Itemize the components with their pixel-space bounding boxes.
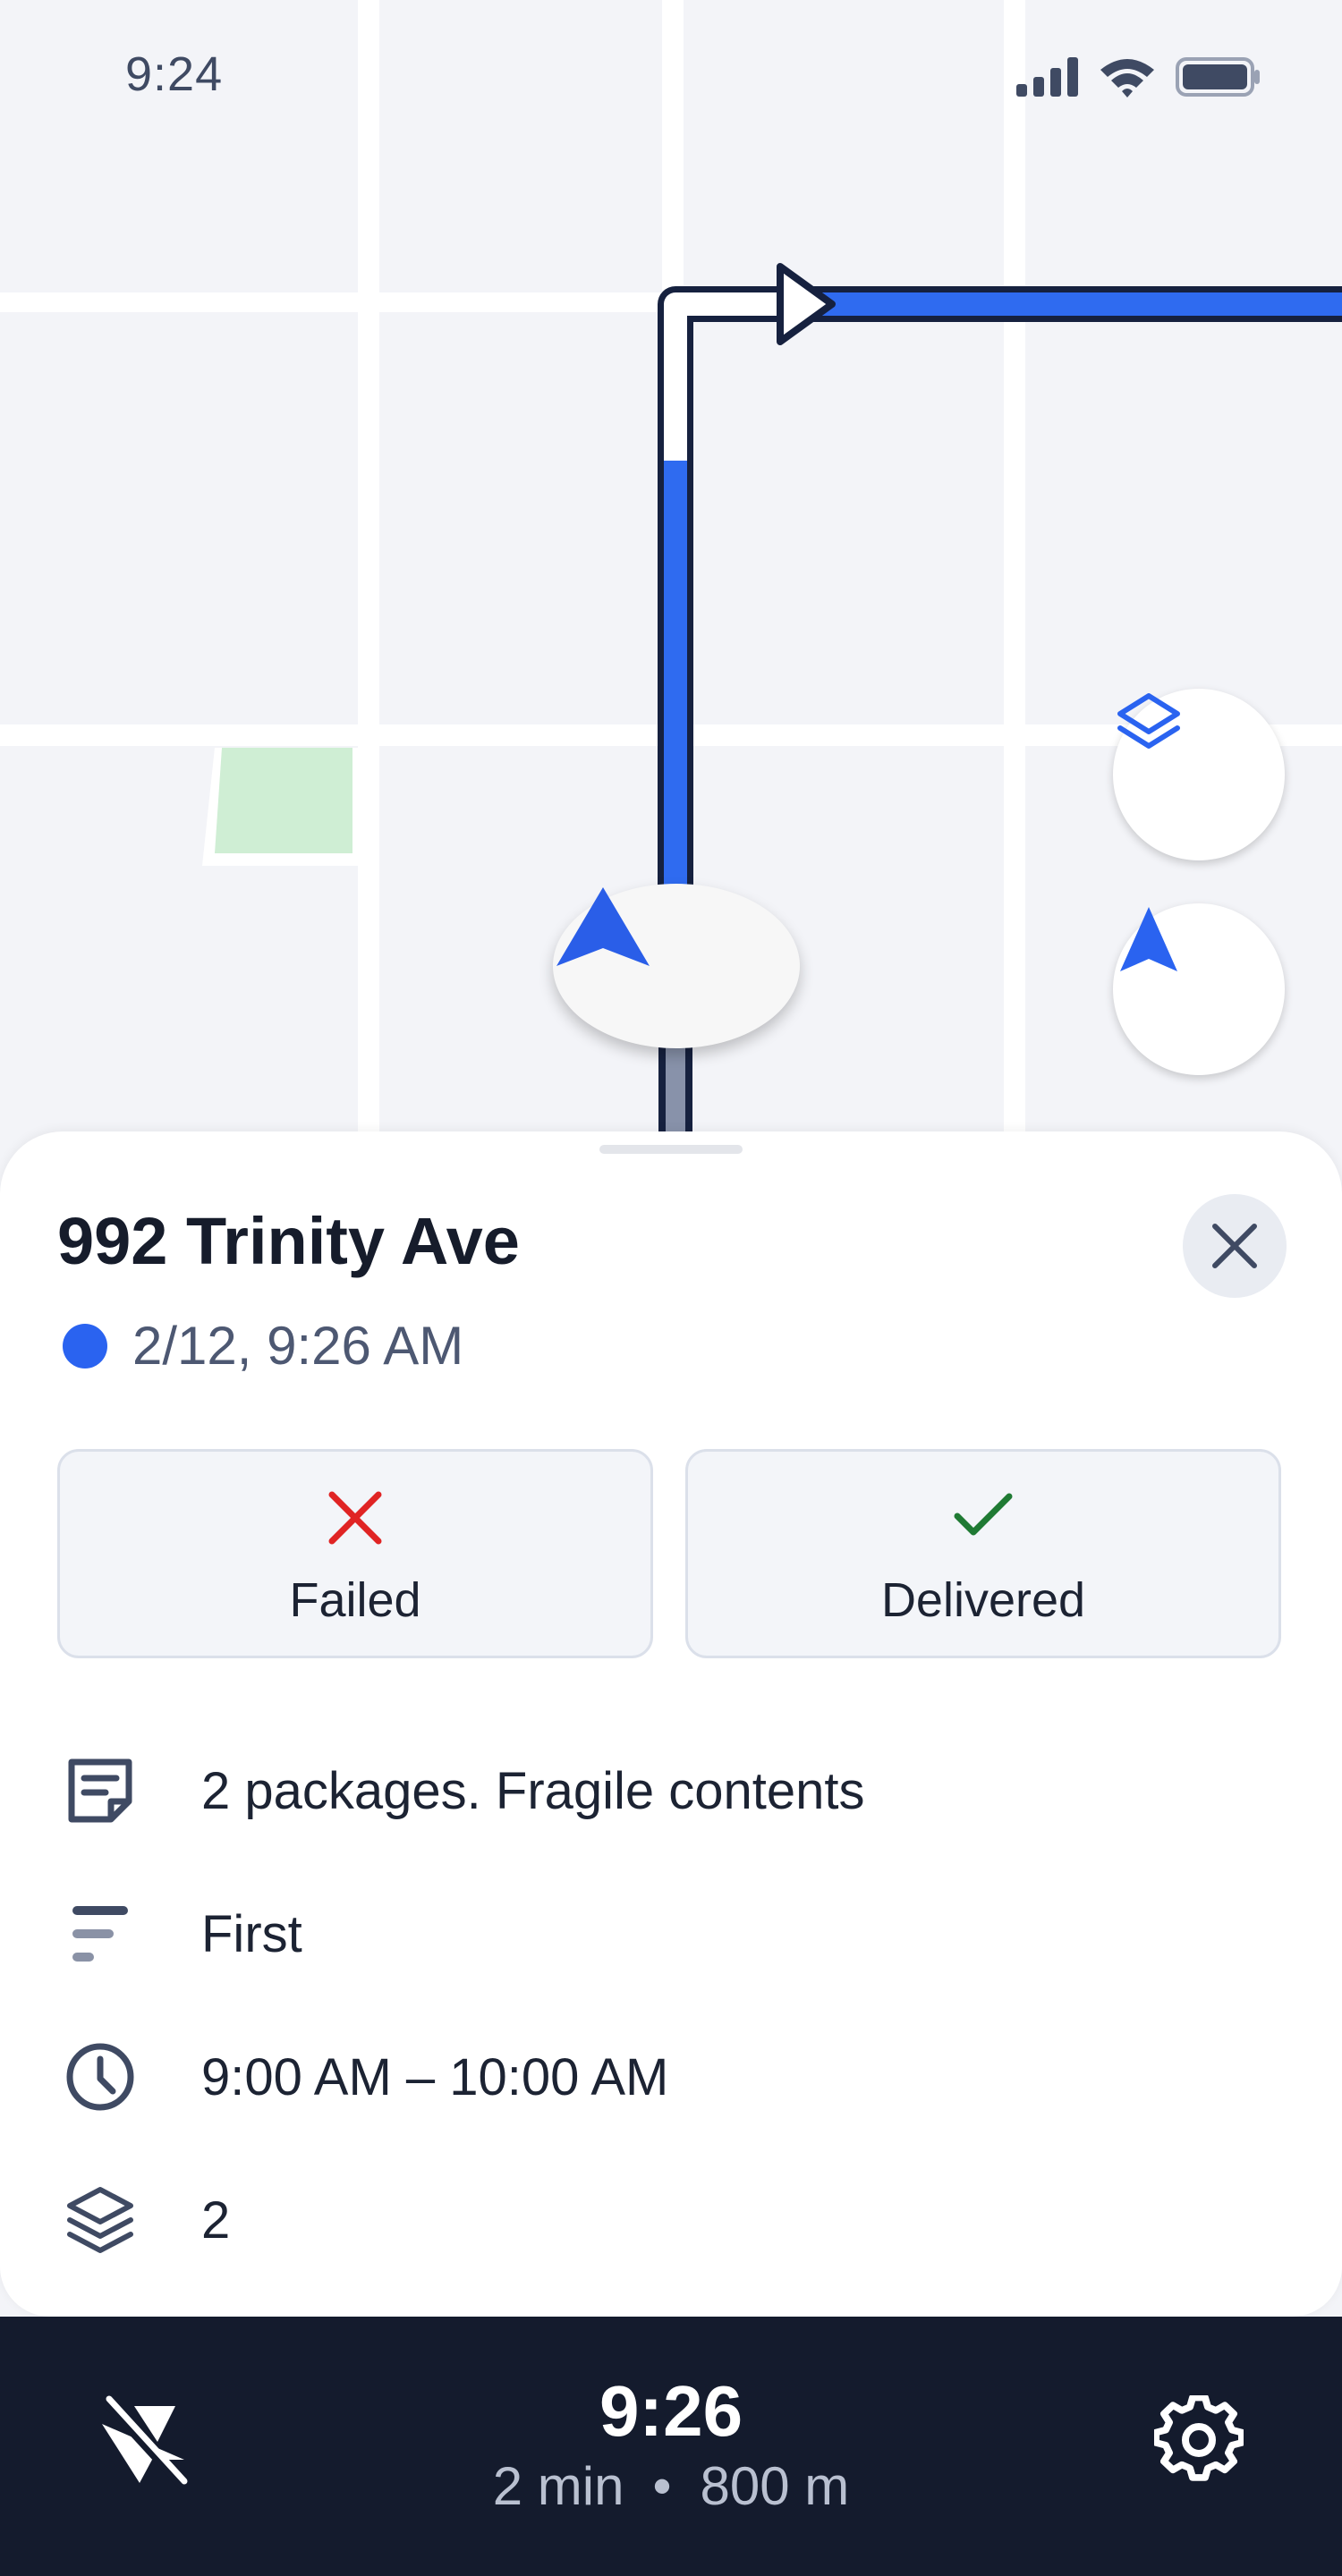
close-icon (328, 1491, 382, 1545)
trip-distance: 800 m (700, 2456, 850, 2516)
note-icon (68, 1758, 132, 1823)
stop-address: 992 Trinity Ave (57, 1204, 520, 1278)
status-icons (1016, 55, 1261, 98)
layers-icon (67, 2187, 133, 2253)
trip-separator: • (652, 2456, 672, 2516)
detail-row-packages: 2 (63, 2182, 230, 2258)
packages-count: 2 (201, 2190, 231, 2250)
stop-eta: 2/12, 9:26 AM (63, 1315, 463, 1377)
status-bar: 9:24 (0, 0, 1342, 161)
vehicle-location-marker (553, 884, 800, 1048)
wifi-icon (1100, 59, 1154, 97)
arrival-time: 9:26 (599, 2371, 743, 2451)
sheet-drag-handle[interactable] (599, 1145, 743, 1154)
eta-status-dot (63, 1323, 107, 1368)
delivered-button[interactable]: Delivered (685, 1449, 1281, 1658)
priority-icon (72, 1906, 128, 1962)
navigation-bottom-bar: 9:26 2 min • 800 m (0, 2317, 1342, 2576)
detail-row-priority: First (63, 1896, 302, 1971)
gear-icon (1152, 2394, 1245, 2481)
navigation-arrow-icon (1120, 907, 1177, 971)
navigation-arrow-icon (556, 887, 650, 966)
priority-text: First (201, 1904, 302, 1963)
detail-row-time-window: 9:00 AM – 10:00 AM (63, 2039, 668, 2114)
detail-row-note: 2 packages. Fragile contents (63, 1753, 865, 1828)
note-text: 2 packages. Fragile contents (201, 1761, 865, 1820)
delivered-label: Delivered (880, 1573, 1086, 1627)
map-view[interactable] (0, 0, 1342, 1163)
settings-button[interactable] (1152, 2394, 1245, 2489)
close-button[interactable] (1183, 1194, 1287, 1298)
park-area (202, 748, 358, 866)
status-time: 9:24 (125, 47, 224, 101)
time-window-text: 9:00 AM – 10:00 AM (201, 2047, 669, 2106)
map-layers-button[interactable] (1113, 689, 1285, 860)
cellular-signal-icon (1016, 57, 1078, 97)
failed-label: Failed (289, 1573, 421, 1627)
battery-icon (1176, 57, 1260, 97)
stop-details-sheet: 992 Trinity Ave 2/12, 9:26 AM Failed Del… (0, 1131, 1342, 2317)
failed-button[interactable]: Failed (57, 1449, 653, 1658)
trip-duration: 2 min (492, 2456, 624, 2516)
close-icon (1212, 1224, 1257, 1268)
eta-text: 2/12, 9:26 AM (132, 1316, 464, 1376)
checkmark-icon (954, 1493, 1013, 1536)
trip-summary: 2 min • 800 m (0, 2455, 1342, 2517)
recenter-button[interactable] (1113, 903, 1285, 1075)
turn-arrow (777, 263, 836, 345)
layers-icon (1117, 693, 1180, 749)
clock-icon (66, 2043, 134, 2111)
